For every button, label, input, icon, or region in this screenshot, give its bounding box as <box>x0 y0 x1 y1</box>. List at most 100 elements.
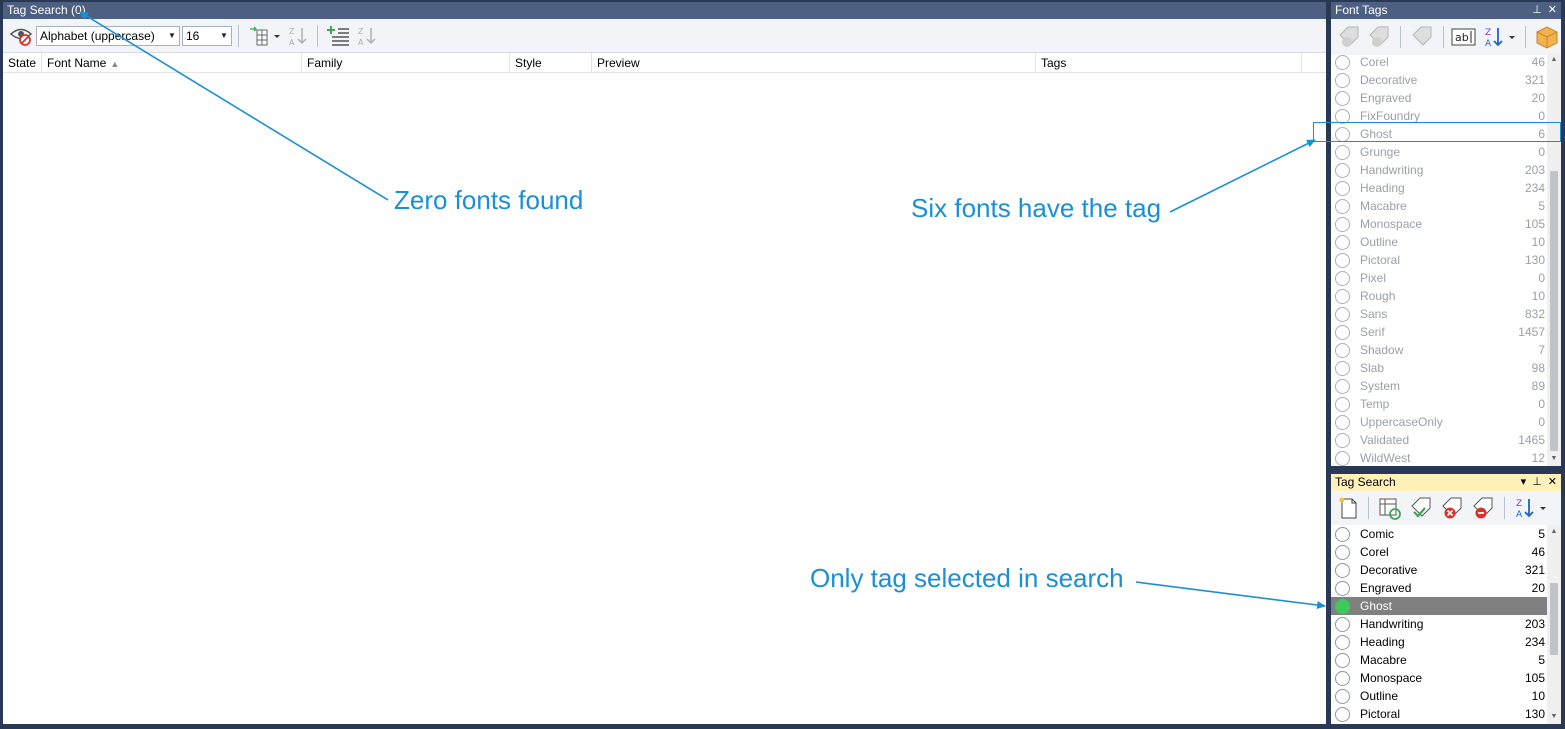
tag-row-pictoral[interactable]: Pictoral 130 <box>1331 251 1547 269</box>
radio-icon[interactable] <box>1335 360 1350 376</box>
radio-icon[interactable] <box>1335 72 1350 88</box>
radio-icon[interactable] <box>1335 414 1350 430</box>
tag-row-slab[interactable]: Slab 98 <box>1331 359 1547 377</box>
radio-icon[interactable] <box>1335 526 1350 542</box>
radio-icon[interactable] <box>1335 270 1350 286</box>
radio-icon[interactable] <box>1335 216 1350 232</box>
tag-row-temp[interactable]: Temp 0 <box>1331 395 1547 413</box>
radio-icon[interactable] <box>1335 706 1350 722</box>
sort-button-disabled[interactable]: Z A <box>285 24 311 48</box>
tag-row-macabre[interactable]: Macabre 5 <box>1331 197 1547 215</box>
tag-row-serif[interactable]: Serif 1457 <box>1331 323 1547 341</box>
new-search-button[interactable] <box>1335 496 1361 520</box>
size-combo[interactable]: 16 ▼ <box>182 25 232 46</box>
column-header-state[interactable]: State <box>3 53 42 73</box>
columns-button[interactable] <box>245 24 283 48</box>
tag-row-wildwest[interactable]: WildWest 12 <box>1331 449 1547 466</box>
column-header-style[interactable]: Style <box>510 53 592 73</box>
charset-combo[interactable]: Alphabet (uppercase) ▼ <box>36 25 180 46</box>
font-tags-scrollbar[interactable]: ▲ ▼ <box>1547 53 1561 466</box>
radio-icon[interactable] <box>1335 108 1350 124</box>
apply-tag-button-disabled[interactable] <box>1335 25 1363 49</box>
scroll-down-arrow-icon[interactable]: ▼ <box>1547 710 1561 724</box>
pin-icon[interactable]: ⊥ <box>1532 2 1542 19</box>
radio-icon[interactable] <box>1335 652 1350 668</box>
tag-row-sans[interactable]: Sans 832 <box>1331 305 1547 323</box>
edit-tag-button-disabled[interactable] <box>1408 25 1436 49</box>
radio-icon[interactable] <box>1335 252 1350 268</box>
tag-row-monospace[interactable]: Monospace 105 <box>1331 669 1547 687</box>
add-tag-button[interactable] <box>324 24 352 48</box>
radio-icon[interactable] <box>1335 324 1350 340</box>
tag-row-decorative[interactable]: Decorative 321 <box>1331 561 1547 579</box>
tag-row-outline[interactable]: Outline 10 <box>1331 233 1547 251</box>
dropdown-icon[interactable]: ▾ <box>1521 474 1527 491</box>
tag-row-corel[interactable]: Corel 46 <box>1331 543 1547 561</box>
radio-icon[interactable] <box>1335 616 1350 632</box>
tag-search-list[interactable]: Comic 5 Corel 46 Decorative 321 Engraved 20 Ghos… <box>1331 525 1547 724</box>
radio-icon[interactable] <box>1335 144 1350 160</box>
close-icon[interactable]: ✕ <box>1548 474 1557 491</box>
tag-row-macabre[interactable]: Macabre 5 <box>1331 651 1547 669</box>
radio-icon[interactable] <box>1335 580 1350 596</box>
tag-search-scrollbar[interactable]: ▲ ▼ <box>1547 525 1561 724</box>
radio-icon[interactable] <box>1335 396 1350 412</box>
radio-icon[interactable] <box>1335 54 1350 70</box>
tag-row-heading[interactable]: Heading 234 <box>1331 179 1547 197</box>
radio-icon[interactable] <box>1335 234 1350 250</box>
exclude-tag-button[interactable] <box>1438 496 1466 520</box>
tag-row-handwriting[interactable]: Handwriting 203 <box>1331 161 1547 179</box>
radio-icon[interactable] <box>1335 432 1350 448</box>
tag-row-shadow[interactable]: Shadow 7 <box>1331 341 1547 359</box>
tag-row-system[interactable]: System 89 <box>1331 377 1547 395</box>
tag-package-button[interactable] <box>1533 25 1561 49</box>
radio-selected-icon[interactable] <box>1335 598 1350 614</box>
radio-icon[interactable] <box>1335 450 1350 466</box>
clear-tag-button[interactable] <box>1469 496 1497 520</box>
radio-icon[interactable] <box>1335 180 1350 196</box>
tag-row-grunge[interactable]: Grunge 0 <box>1331 143 1547 161</box>
tag-row-engraved[interactable]: Engraved 20 <box>1331 579 1547 597</box>
tag-row-handwriting[interactable]: Handwriting 203 <box>1331 615 1547 633</box>
radio-icon[interactable] <box>1335 688 1350 704</box>
tag-row-pixel[interactable]: Pixel 0 <box>1331 269 1547 287</box>
scroll-up-arrow-icon[interactable]: ▲ <box>1547 525 1561 539</box>
column-header-family[interactable]: Family <box>302 53 510 73</box>
tag-row-decorative[interactable]: Decorative 321 <box>1331 71 1547 89</box>
tag-row-uppercaseonly[interactable]: UppercaseOnly 0 <box>1331 413 1547 431</box>
radio-icon[interactable] <box>1335 90 1350 106</box>
radio-icon[interactable] <box>1335 288 1350 304</box>
radio-icon[interactable] <box>1335 306 1350 322</box>
sort-tags-button[interactable]: Z A <box>1481 25 1518 49</box>
column-header-preview[interactable]: Preview <box>592 53 1036 73</box>
scroll-up-arrow-icon[interactable]: ▲ <box>1547 53 1561 67</box>
tag-row-ghost[interactable]: Ghost 6 <box>1331 125 1547 143</box>
radio-icon[interactable] <box>1335 378 1350 394</box>
tag-row-pictoral[interactable]: Pictoral 130 <box>1331 705 1547 723</box>
tag-row-ghost[interactable]: Ghost <box>1331 597 1547 615</box>
tag-row-engraved[interactable]: Engraved 20 <box>1331 89 1547 107</box>
font-tags-list[interactable]: Corel 46 Decorative 321 Engraved 20 FixFoundry… <box>1331 53 1547 466</box>
refresh-search-button[interactable] <box>1376 496 1404 520</box>
radio-icon[interactable] <box>1335 162 1350 178</box>
rename-tag-button[interactable]: ab <box>1451 25 1479 49</box>
tag-row-rough[interactable]: Rough 10 <box>1331 287 1547 305</box>
tag-row-outline[interactable]: Outline 10 <box>1331 687 1547 705</box>
sort-tags-button-disabled[interactable]: Z A <box>354 24 380 48</box>
radio-icon[interactable] <box>1335 634 1350 650</box>
tag-row-monospace[interactable]: Monospace 105 <box>1331 215 1547 233</box>
results-list-empty[interactable] <box>3 73 1326 723</box>
tag-row-fixfoundry[interactable]: FixFoundry 0 <box>1331 107 1547 125</box>
remove-tag-button-disabled[interactable] <box>1366 25 1394 49</box>
column-header-font-name[interactable]: Font Name ▲ <box>42 53 302 73</box>
radio-icon[interactable] <box>1335 198 1350 214</box>
radio-icon[interactable] <box>1335 342 1350 358</box>
include-tag-button[interactable] <box>1407 496 1435 520</box>
scroll-down-arrow-icon[interactable]: ▼ <box>1547 452 1561 466</box>
radio-icon[interactable] <box>1335 670 1350 686</box>
pin-icon[interactable]: ⊥ <box>1532 474 1542 491</box>
sort-search-tags-button[interactable]: Z A <box>1512 496 1550 520</box>
tag-row-heading[interactable]: Heading 234 <box>1331 633 1547 651</box>
radio-icon[interactable] <box>1335 126 1350 142</box>
tag-row-comic[interactable]: Comic 5 <box>1331 525 1547 543</box>
